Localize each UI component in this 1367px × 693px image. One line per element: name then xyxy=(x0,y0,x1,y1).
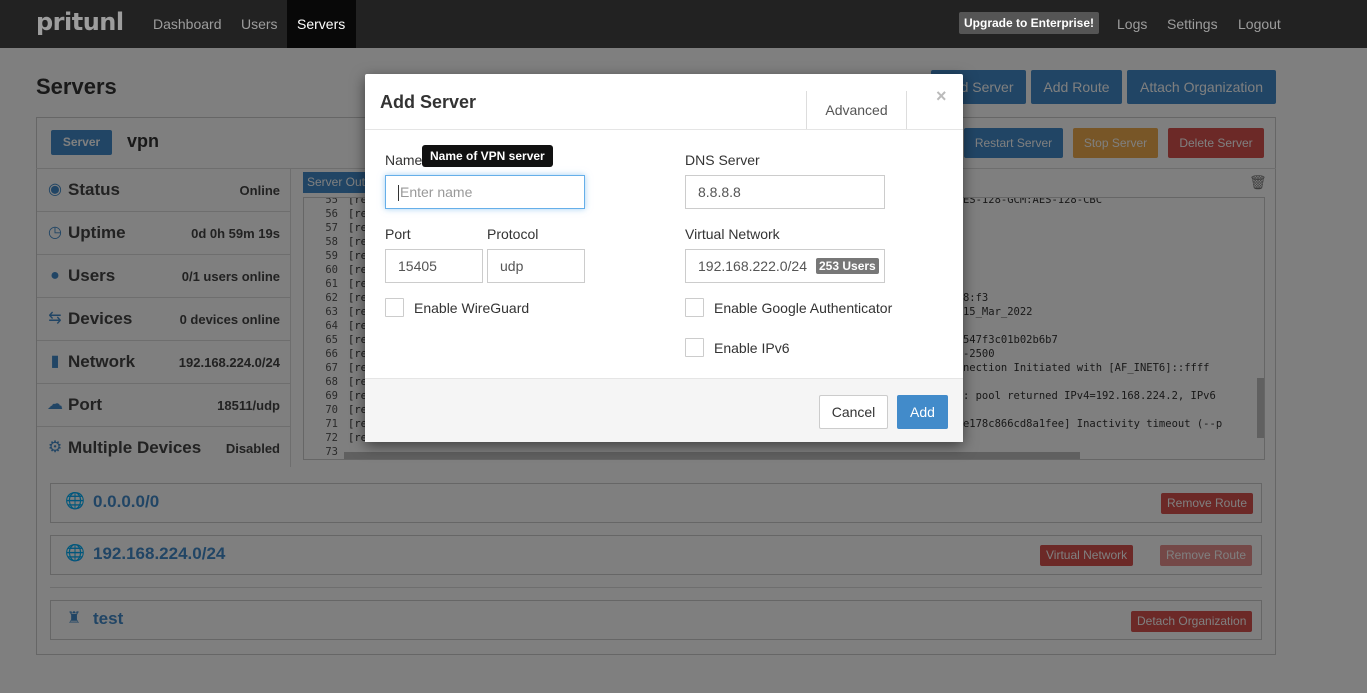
name-input[interactable]: Enter name xyxy=(385,175,585,209)
upgrade-button[interactable]: Upgrade to Enterprise! xyxy=(959,12,1100,34)
ipv6-checkbox[interactable] xyxy=(685,338,704,357)
nav-dashboard[interactable]: Dashboard xyxy=(143,0,232,48)
modal-footer: Cancel Add xyxy=(365,378,963,442)
nav-logs[interactable]: Logs xyxy=(1107,0,1157,48)
protocol-label: Protocol xyxy=(487,226,539,242)
dns-server-input[interactable]: 8.8.8.8 xyxy=(685,175,885,209)
nav-servers[interactable]: Servers xyxy=(287,0,356,48)
google-authenticator-label[interactable]: Enable Google Authenticator xyxy=(714,300,892,316)
brand-logo[interactable]: pritunl xyxy=(36,8,124,36)
dns-server-label: DNS Server xyxy=(685,152,760,168)
name-label: Name xyxy=(385,152,423,168)
modal-title: Add Server xyxy=(380,92,477,112)
wireguard-checkbox[interactable] xyxy=(385,298,404,317)
nav-users[interactable]: Users xyxy=(231,0,288,48)
ipv6-label[interactable]: Enable IPv6 xyxy=(714,340,790,356)
virtual-network-value: 192.168.222.0/24 xyxy=(698,258,807,274)
port-label: Port xyxy=(385,226,411,242)
add-button[interactable]: Add xyxy=(897,395,948,429)
google-authenticator-checkbox[interactable] xyxy=(685,298,704,317)
users-badge: 253 Users xyxy=(816,258,879,274)
close-icon[interactable]: × xyxy=(936,86,947,107)
cancel-button[interactable]: Cancel xyxy=(819,395,888,429)
protocol-select[interactable]: udp xyxy=(487,249,585,283)
tab-advanced[interactable]: Advanced xyxy=(806,91,907,129)
name-tooltip: Name of VPN server xyxy=(422,145,553,167)
navbar: pritunl Dashboard Users Servers Upgrade … xyxy=(0,0,1367,48)
nav-logout[interactable]: Logout xyxy=(1228,0,1291,48)
add-server-modal: Add Server Advanced × Name Enter name DN… xyxy=(365,74,963,442)
virtual-network-label: Virtual Network xyxy=(685,226,780,242)
port-input[interactable]: 15405 xyxy=(385,249,483,283)
wireguard-label[interactable]: Enable WireGuard xyxy=(414,300,529,316)
virtual-network-input[interactable]: 192.168.222.0/24 253 Users xyxy=(685,249,885,283)
nav-settings[interactable]: Settings xyxy=(1157,0,1228,48)
modal-header-divider xyxy=(365,129,963,130)
